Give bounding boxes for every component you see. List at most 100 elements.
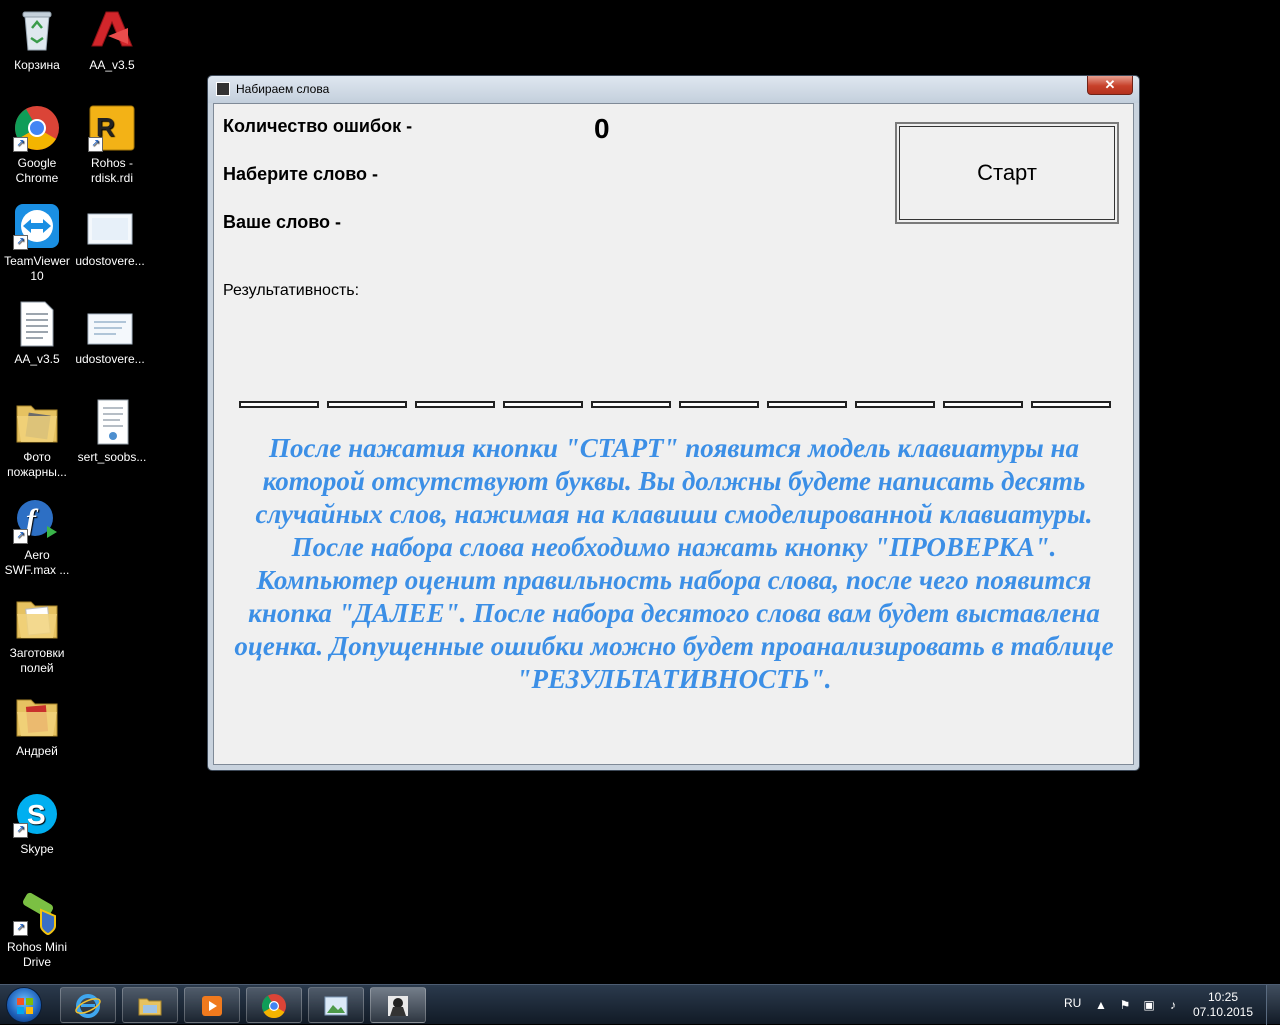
photo-viewer-icon <box>324 996 348 1016</box>
desktop-icon-label: TeamViewer 10 <box>4 254 70 283</box>
desktop-icon-recycle-bin[interactable]: Корзина <box>1 6 73 73</box>
desktop-icon-label: udostovere... <box>75 254 145 268</box>
result-cell <box>855 401 935 408</box>
desktop-icon-udostoverenie-2[interactable]: udostovere... <box>74 300 146 367</box>
desktop-icon-label: Заготовки полей <box>9 646 65 675</box>
shortcut-arrow-icon: ↗ <box>13 529 28 544</box>
chrome-icon <box>261 994 286 1019</box>
type-word-label: Наберите слово - <box>223 164 379 184</box>
explorer-icon <box>138 998 162 1016</box>
shortcut-arrow-icon: ↗ <box>13 921 28 936</box>
document-thumbnail-icon <box>86 300 134 348</box>
result-cell <box>591 401 671 408</box>
start-button[interactable]: Старт <box>895 122 1119 224</box>
result-cell <box>943 401 1023 408</box>
show-desktop-button[interactable] <box>1266 985 1280 1025</box>
clock-time: 10:25 <box>1207 990 1239 1004</box>
flash-icon: f ↗ <box>13 496 61 544</box>
results-progress-cells <box>239 401 1114 411</box>
chrome-icon: ↗ <box>13 104 61 152</box>
desktop-icon-label: Rohos - rdisk.rdi <box>90 156 134 185</box>
desktop-icon-label: AA_v3.5 <box>89 58 135 72</box>
taskbar-ie[interactable] <box>60 987 116 1023</box>
taskbar: RU ▲ ⚑ ▣ ♪ 10:25 07.10.2015 <box>0 984 1280 1025</box>
result-cell <box>679 401 759 408</box>
folder-icon <box>13 398 61 446</box>
clock[interactable]: 10:25 07.10.2015 <box>1190 990 1256 1020</box>
desktop-icon-ammyy-admin[interactable]: AA_v3.5 <box>76 6 148 73</box>
show-hidden-icons-icon[interactable]: ▲ <box>1094 998 1108 1012</box>
desktop-icon-udostoverenie-1[interactable]: udostovere... <box>74 202 146 269</box>
media-player-icon <box>202 996 222 1016</box>
shortcut-arrow-icon: ↗ <box>13 137 28 152</box>
desktop-icon-label: Фото пожарны... <box>7 450 67 479</box>
desktop-icon-label: Skype <box>20 842 54 856</box>
ie-icon <box>75 994 101 1018</box>
desktop-icon-rohos-mini[interactable]: ↗ Rohos Mini Drive <box>1 888 73 970</box>
window-client-area: Количество ошибок - 0 Наберите слово - В… <box>213 103 1134 765</box>
close-button[interactable]: ✕ <box>1087 76 1133 95</box>
desktop-icon-label: AA_v3.5 <box>14 352 60 366</box>
desktop-icon-certificate[interactable]: sert_soobs... <box>76 398 148 465</box>
errors-count-label: Количество ошибок - <box>223 116 413 136</box>
result-cell <box>503 401 583 408</box>
result-cell <box>327 401 407 408</box>
taskbar-media-player[interactable] <box>184 987 240 1023</box>
title-bar[interactable]: Набираем слова ✕ <box>208 76 1139 103</box>
text-file-icon <box>13 300 61 348</box>
desktop-icon-label: Rohos Mini Drive <box>6 940 68 969</box>
folder-icon <box>13 594 61 642</box>
rohos-mini-drive-icon: ↗ <box>13 888 61 936</box>
desktop-icon-label: Корзина <box>14 58 60 72</box>
desktop-icon-google-chrome[interactable]: ↗ Google Chrome <box>1 104 73 186</box>
desktop-icon-skype[interactable]: S ↗ Skype <box>1 790 73 857</box>
results-label: Результативность: <box>223 282 360 299</box>
recycle-bin-icon <box>13 6 61 54</box>
desktop-icon-andrey-folder[interactable]: Андрей <box>1 692 73 759</box>
clock-date: 07.10.2015 <box>1192 1005 1254 1019</box>
folder-icon <box>13 692 61 740</box>
desktop-icon-zagotovki-folder[interactable]: Заготовки полей <box>1 594 73 676</box>
taskbar-photo-viewer[interactable] <box>308 987 364 1023</box>
your-word-label: Ваше слово - <box>223 212 342 232</box>
desktop-icon-label: Google Chrome <box>15 156 59 185</box>
instructions-text: После нажатия кнопки "СТАРТ" появится мо… <box>234 433 1114 694</box>
shortcut-arrow-icon: ↗ <box>13 235 28 250</box>
shortcut-arrow-icon: ↗ <box>13 823 28 838</box>
errors-count-value: 0 <box>594 113 610 144</box>
desktop-icon-label: Aero SWF.max ... <box>4 548 70 577</box>
app-icon <box>216 82 230 96</box>
rohos-disk-icon: R ↗ <box>88 104 136 152</box>
shortcut-arrow-icon: ↗ <box>88 137 103 152</box>
ammyy-admin-icon <box>88 6 136 54</box>
result-cell <box>415 401 495 408</box>
desktop-icon-label: udostovere... <box>75 352 145 366</box>
desktop-icon-label: Андрей <box>16 744 58 758</box>
desktop-icon-rohos-disk[interactable]: R ↗ Rohos - rdisk.rdi <box>76 104 148 186</box>
volume-icon[interactable]: ♪ <box>1166 998 1180 1012</box>
window-title: Набираем слова <box>236 82 330 96</box>
desktop-icon-label: sert_soobs... <box>77 450 147 464</box>
network-icon[interactable]: ▣ <box>1142 998 1156 1012</box>
result-cell <box>1031 401 1111 408</box>
desktop-icon-teamviewer[interactable]: ↗ TeamViewer 10 <box>1 202 73 284</box>
action-center-flag-icon[interactable]: ⚑ <box>1118 998 1132 1012</box>
typing-app-icon <box>388 996 408 1016</box>
svg-text:S: S <box>27 799 46 830</box>
result-cell <box>767 401 847 408</box>
taskbar-chrome[interactable] <box>246 987 302 1023</box>
taskbar-typing-app[interactable] <box>370 987 426 1023</box>
desktop-icon-photo-folder[interactable]: Фото пожарны... <box>1 398 73 480</box>
language-indicator[interactable]: RU <box>1064 996 1081 1010</box>
certificate-file-icon <box>88 398 136 446</box>
teamviewer-icon: ↗ <box>13 202 61 250</box>
desktop-icon-aero-swf[interactable]: f ↗ Aero SWF.max ... <box>1 496 73 578</box>
taskbar-explorer[interactable] <box>122 987 178 1023</box>
document-thumbnail-icon <box>86 202 134 250</box>
desktop-icon-aa-text[interactable]: AA_v3.5 <box>1 300 73 367</box>
skype-icon: S ↗ <box>13 790 61 838</box>
close-icon: ✕ <box>1104 77 1116 92</box>
start-button-orb[interactable] <box>6 987 42 1023</box>
desktop: Корзина AA_v3.5 ↗ Google Chrome R ↗ Roho… <box>0 0 1280 984</box>
typing-app-window[interactable]: Набираем слова ✕ Количество ошибок - 0 Н… <box>207 75 1140 771</box>
